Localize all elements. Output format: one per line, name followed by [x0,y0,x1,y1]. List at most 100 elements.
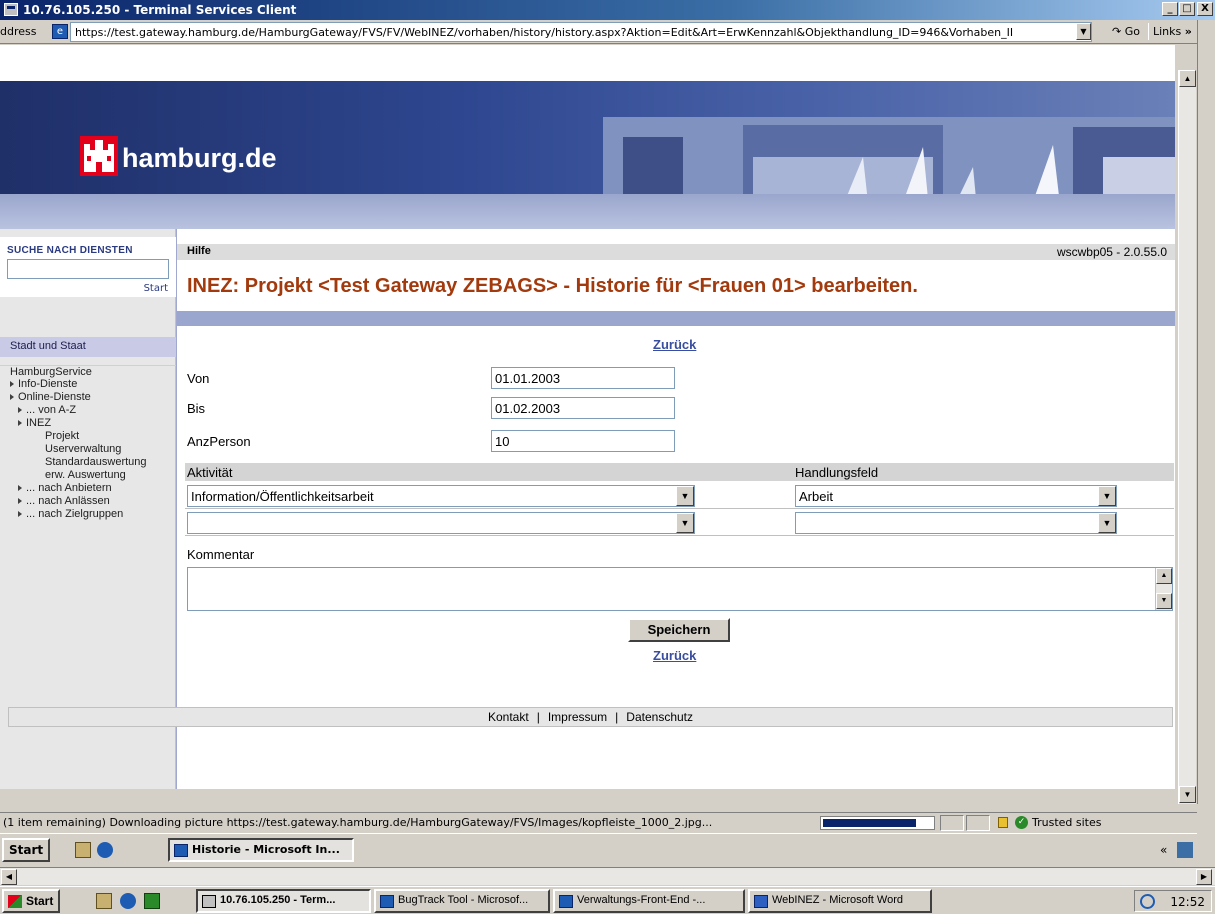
window-title: 10.76.105.250 - Terminal Services Client [23,3,297,17]
triangle-right-icon [18,511,22,518]
sidebar-item[interactable]: Info-Dienste [0,378,176,391]
search-start-button[interactable]: Start [144,283,168,294]
address-dropdown-button[interactable]: ▼ [1076,23,1091,40]
chevron-down-icon[interactable]: ▼ [1098,513,1116,533]
help-bar: Hilfe wscwbp05 - 2.0.55.0 [177,244,1175,260]
bis-input[interactable]: 01.02.2003 [491,397,675,419]
maximize-button[interactable]: □ [1179,2,1195,16]
triangle-right-icon [10,394,14,401]
anzperson-input[interactable]: 10 [491,430,675,452]
zone-label: Trusted sites [1032,816,1102,829]
address-input[interactable]: https://test.gateway.hamburg.de/HamburgG… [70,22,1092,42]
outer-scrollbar[interactable] [1197,20,1215,804]
triangle-right-icon [18,485,22,492]
ie-icon[interactable] [97,842,113,858]
anzperson-label: AnzPerson [187,434,251,449]
search-tray-icon[interactable] [1140,894,1155,909]
ie-icon [174,844,188,857]
von-input[interactable]: 01.01.2003 [491,367,675,389]
status-text: (1 item remaining) Downloading picture h… [3,816,713,829]
desktop-icon[interactable] [96,893,112,909]
chevron-down-icon[interactable]: ▼ [1098,486,1116,506]
task-historie[interactable]: Historie - Microsoft In... [168,838,354,862]
minimize-button[interactable]: _ [1162,2,1178,16]
aktivitaet-select-2[interactable]: ▼ [187,512,695,534]
search-title: SUCHE NACH DIENSTEN [7,245,133,256]
clock-time: 12:52 [1170,895,1205,909]
remote-taskbar: Start Historie - Microsoft In... « [0,833,1197,866]
task-terminal[interactable]: 10.76.105.250 - Term... [196,889,371,913]
datenschutz-link[interactable]: Datenschutz [626,710,693,724]
sidebar-item[interactable]: Userverwaltung [0,443,176,456]
version-label: wscwbp05 - 2.0.55.0 [1056,245,1167,259]
sidebar-item[interactable]: ... nach Anlässen [0,495,176,508]
task-verwaltung[interactable]: Verwaltungs-Front-End -... [553,889,745,913]
sidebar-item[interactable]: Standardauswertung [0,456,176,469]
help-link[interactable]: Hilfe [187,245,211,257]
sidebar-item[interactable]: Online-Dienste [0,391,176,404]
kommentar-textarea[interactable]: ▲ ▼ [187,567,1173,611]
lock-icon [998,817,1008,828]
ie-icon [559,895,573,908]
download-progress [820,816,935,830]
nav-header[interactable]: Stadt und Staat [0,337,176,357]
impressum-link[interactable]: Impressum [548,710,607,724]
sidebar-item[interactable]: ... nach Zielgruppen [0,508,176,521]
sidebar-item[interactable]: Projekt [0,430,176,443]
sidebar-item-label: ... nach Anlässen [26,495,110,507]
triangle-right-icon [10,381,14,388]
start-button[interactable]: Start [2,889,61,913]
sidebar-item[interactable]: ... von A-Z [0,404,176,417]
desktop-icon[interactable] [75,842,91,858]
save-button[interactable]: Speichern [628,618,730,642]
tray-icon[interactable] [1177,842,1193,858]
sidebar-item-label: Standardauswertung [45,456,147,468]
col-handlungsfeld: Handlungsfeld [795,465,879,480]
word-icon [754,895,768,908]
handlungsfeld-select-2[interactable]: ▼ [795,512,1117,534]
aktivitaet-select-1[interactable]: Information/Öffentlichkeitsarbeit ▼ [187,485,695,507]
scroll-right-icon[interactable]: ▶ [1196,869,1212,885]
scroll-down-icon[interactable]: ▼ [1179,786,1196,803]
service-search-box: SUCHE NACH DIENSTEN Start [0,237,176,297]
go-arrow-icon: ↷ [1112,25,1125,38]
remote-hscrollbar[interactable]: ◀ ▶ [0,867,1215,885]
back-link-top[interactable]: Zurück [653,337,696,352]
sidebar-item[interactable]: erw. Auswertung [0,469,176,482]
scroll-left-icon[interactable]: ◀ [1,869,17,885]
von-label: Von [187,371,210,386]
brand-name: hamburg.de [122,143,277,173]
status-pane [966,815,990,831]
task-bugtrack[interactable]: BugTrack Tool - Microsof... [374,889,550,913]
task-word[interactable]: WebINEZ - Microsoft Word [748,889,932,913]
scroll-down-icon[interactable]: ▼ [1156,593,1172,609]
system-clock: 12:52 [1134,890,1212,912]
chevron-down-icon[interactable]: ▼ [676,486,694,506]
kommentar-label: Kommentar [187,547,255,562]
outlook-icon[interactable] [144,893,160,909]
page-scrollbar[interactable]: ▲ ▼ [1178,70,1196,804]
nav-list: HamburgService Info-Dienste Online-Dienste… [0,365,176,521]
chevron-left-icon[interactable]: « [1160,843,1167,857]
sidebar-item-label: INEZ [26,417,52,429]
back-link-bottom[interactable]: Zurück [653,648,696,663]
kontakt-link[interactable]: Kontakt [488,710,529,724]
scroll-up-icon[interactable]: ▲ [1179,70,1196,87]
close-button[interactable]: X [1197,2,1213,16]
sidebar-item[interactable]: HamburgService [0,365,176,378]
handlungsfeld-select-1[interactable]: Arbeit ▼ [795,485,1117,507]
chevron-down-icon[interactable]: ▼ [676,513,694,533]
triangle-right-icon [18,407,22,414]
sidebar-item[interactable]: ... nach Anbietern [0,482,176,495]
triangle-right-icon [18,498,22,505]
scroll-up-icon[interactable]: ▲ [1156,568,1172,584]
go-button[interactable]: ↷ Go [1112,25,1140,38]
search-input[interactable] [7,259,169,279]
remote-start-button[interactable]: Start [2,838,51,862]
textarea-scrollbar[interactable]: ▲ ▼ [1155,568,1172,610]
sidebar-item[interactable]: INEZ [0,417,176,430]
chevron-right-icon: » [1184,25,1192,38]
links-button[interactable]: Links » [1148,23,1196,40]
grid-header: Aktivität Handlungsfeld [185,463,1174,481]
ie-icon[interactable] [120,893,136,909]
